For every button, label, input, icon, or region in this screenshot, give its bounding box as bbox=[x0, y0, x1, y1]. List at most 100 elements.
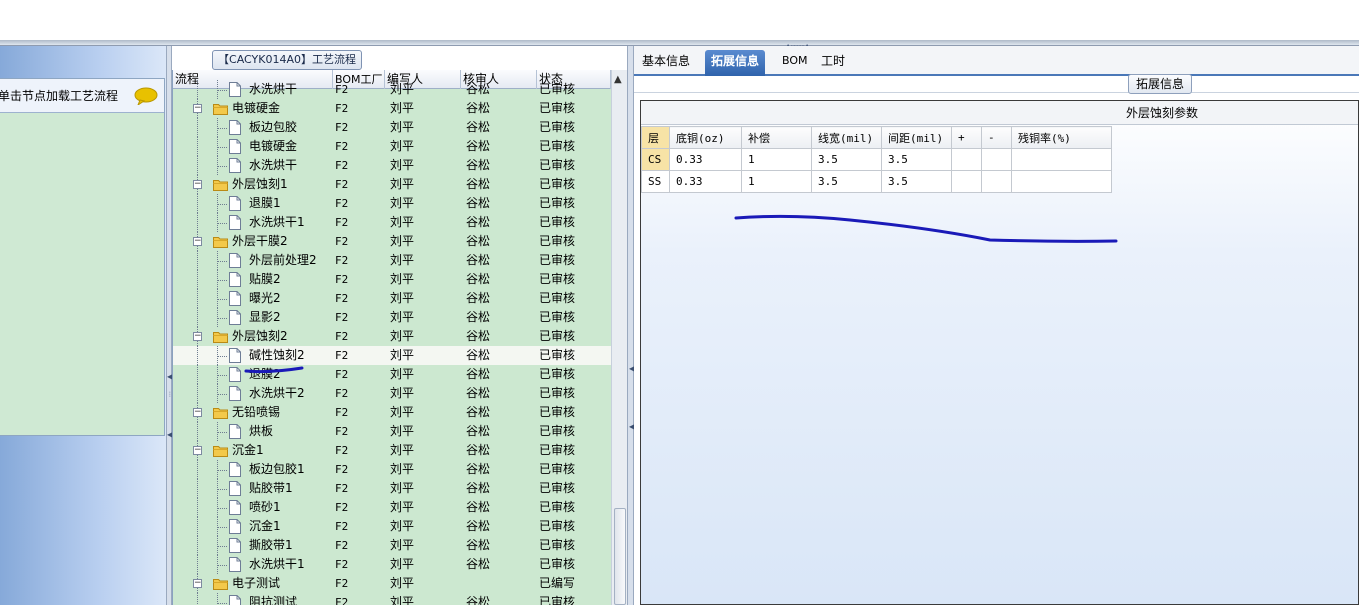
tree-row[interactable]: 外层前处理2 F2 刘平 谷松 已审核 bbox=[173, 251, 611, 270]
tree-row[interactable]: 水洗烘干1 F2 刘平 谷松 已审核 bbox=[173, 213, 611, 232]
tree-row[interactable]: 板边包胶 F2 刘平 谷松 已审核 bbox=[173, 118, 611, 137]
folder-icon bbox=[213, 180, 228, 191]
middle-splitter[interactable]: ◀ ◀ bbox=[627, 46, 635, 605]
tree-row[interactable]: 贴膜2 F2 刘平 谷松 已审核 bbox=[173, 270, 611, 289]
cell-minus[interactable] bbox=[981, 148, 1012, 171]
tree-row[interactable]: 水洗烘干 F2 刘平 谷松 已审核 bbox=[173, 80, 611, 99]
col-header-spacing[interactable]: 间距(mil) bbox=[881, 126, 952, 149]
tree-node-label: 水洗烘干1 bbox=[249, 215, 305, 229]
tab-work-hours[interactable]: 工时 bbox=[815, 50, 851, 76]
cell-plus[interactable] bbox=[951, 148, 982, 171]
tree-row[interactable]: 水洗烘干 F2 刘平 谷松 已审核 bbox=[173, 156, 611, 175]
collapse-arrow-icon[interactable]: ◀ bbox=[629, 364, 635, 374]
tree-folder-row[interactable]: − 沉金1 F2 刘平 谷松 已审核 bbox=[173, 441, 611, 460]
tree-folder-row[interactable]: − 无铅喷锡 F2 刘平 谷松 已审核 bbox=[173, 403, 611, 422]
collapse-toggle-icon[interactable]: − bbox=[193, 579, 202, 588]
right-content: 拓展信息 外层蚀刻参数 层 底铜(oz) 补偿 线宽(mil) 间距(mil) … bbox=[634, 74, 1359, 605]
col-header-residual-copper[interactable]: 残铜率(%) bbox=[1011, 126, 1112, 149]
cell-reviewer: 谷松 bbox=[466, 424, 491, 438]
speech-bubble-icon[interactable] bbox=[134, 87, 158, 105]
cell-status: 已审核 bbox=[539, 291, 576, 305]
cell-layer[interactable]: CS bbox=[641, 148, 670, 171]
col-header-plus[interactable]: + bbox=[951, 126, 982, 149]
tab-extended-info[interactable]: 拓展信息 bbox=[705, 50, 766, 76]
collapse-arrow-icon[interactable]: ◀ bbox=[167, 372, 173, 382]
tree-row[interactable]: 水洗烘干1 F2 刘平 谷松 已审核 bbox=[173, 555, 611, 574]
tree-row[interactable]: 沉金1 F2 刘平 谷松 已审核 bbox=[173, 517, 611, 536]
cell-bom: F2 bbox=[335, 577, 349, 590]
left-panel-hint: 单击节点加载工艺流程 bbox=[0, 89, 119, 103]
tree-row[interactable]: 喷砂1 F2 刘平 谷松 已审核 bbox=[173, 498, 611, 517]
cell-line-width[interactable]: 3.5 bbox=[811, 170, 882, 193]
tree-connector bbox=[217, 299, 227, 300]
tree-row[interactable]: 阻抗测试 F2 刘平 谷松 已审核 bbox=[173, 593, 611, 605]
collapse-toggle-icon[interactable]: − bbox=[193, 104, 202, 113]
scrollbar-thumb[interactable] bbox=[614, 508, 626, 605]
tree-row[interactable]: 电镀硬金 F2 刘平 谷松 已审核 bbox=[173, 137, 611, 156]
splitter-grip-icon[interactable]: ⋮ bbox=[167, 390, 173, 400]
cell-line-width[interactable]: 3.5 bbox=[811, 148, 882, 171]
collapse-arrow-icon[interactable]: ◀ bbox=[629, 422, 635, 432]
tree-row[interactable]: 曝光2 F2 刘平 谷松 已审核 bbox=[173, 289, 611, 308]
tree-row[interactable]: 退膜1 F2 刘平 谷松 已审核 bbox=[173, 194, 611, 213]
cell-spacing[interactable]: 3.5 bbox=[881, 170, 952, 193]
cell-base-copper[interactable]: 0.33 bbox=[669, 148, 742, 171]
tree-folder-row[interactable]: − 外层干膜2 F2 刘平 谷松 已审核 bbox=[173, 232, 611, 251]
cell-base-copper[interactable]: 0.33 bbox=[669, 170, 742, 193]
cell-reviewer: 谷松 bbox=[466, 177, 491, 191]
tree-folder-row[interactable]: − 电镀硬金 F2 刘平 谷松 已审核 bbox=[173, 99, 611, 118]
table-row[interactable]: SS 0.33 1 3.5 3.5 bbox=[641, 170, 1112, 193]
col-header-line-width[interactable]: 线宽(mil) bbox=[811, 126, 882, 149]
collapse-arrow-icon[interactable]: ◀ bbox=[167, 430, 173, 440]
left-panel: 单击节点加载工艺流程 bbox=[0, 46, 166, 605]
cell-minus[interactable] bbox=[981, 170, 1012, 193]
tab-basic-info[interactable]: 基本信息 bbox=[636, 50, 696, 76]
tree-node-label: 贴膜2 bbox=[249, 272, 281, 286]
document-icon bbox=[229, 557, 241, 572]
cell-status: 已审核 bbox=[539, 367, 576, 381]
collapse-toggle-icon[interactable]: − bbox=[193, 180, 202, 189]
tree-connector bbox=[197, 118, 198, 137]
cell-compensation[interactable]: 1 bbox=[741, 170, 812, 193]
col-header-base-copper[interactable]: 底铜(oz) bbox=[669, 126, 742, 149]
table-row[interactable]: CS 0.33 1 3.5 3.5 bbox=[641, 148, 1112, 171]
tree-row[interactable]: 烘板 F2 刘平 谷松 已审核 bbox=[173, 422, 611, 441]
cell-layer[interactable]: SS bbox=[641, 170, 670, 193]
collapse-toggle-icon[interactable]: − bbox=[193, 408, 202, 417]
left-tree-area: 单击节点加载工艺流程 bbox=[0, 78, 165, 436]
tree-row[interactable]: 碱性蚀刻2 F2 刘平 谷松 已审核 bbox=[173, 346, 611, 365]
cell-writer: 刘平 bbox=[390, 348, 415, 362]
tree-row[interactable]: 水洗烘干2 F2 刘平 谷松 已审核 bbox=[173, 384, 611, 403]
cell-status: 已审核 bbox=[539, 405, 576, 419]
col-header-minus[interactable]: - bbox=[981, 126, 1012, 149]
tree-connector bbox=[197, 593, 198, 605]
tree-folder-row[interactable]: − 外层蚀刻1 F2 刘平 谷松 已审核 bbox=[173, 175, 611, 194]
tree-folder-row[interactable]: − 外层蚀刻2 F2 刘平 谷松 已审核 bbox=[173, 327, 611, 346]
col-header-layer[interactable]: 层 bbox=[641, 126, 670, 149]
tree-row[interactable]: 贴胶带1 F2 刘平 谷松 已审核 bbox=[173, 479, 611, 498]
cell-reviewer: 谷松 bbox=[466, 405, 491, 419]
tree-folder-row[interactable]: − 电子测试 F2 刘平 已编写 bbox=[173, 574, 611, 593]
document-icon bbox=[229, 139, 241, 154]
cell-compensation[interactable]: 1 bbox=[741, 148, 812, 171]
collapse-toggle-icon[interactable]: − bbox=[193, 237, 202, 246]
tree-row[interactable]: 撕胶带1 F2 刘平 谷松 已审核 bbox=[173, 536, 611, 555]
cell-spacing[interactable]: 3.5 bbox=[881, 148, 952, 171]
collapse-toggle-icon[interactable]: − bbox=[193, 446, 202, 455]
cell-status: 已审核 bbox=[539, 500, 576, 514]
collapse-toggle-icon[interactable]: − bbox=[193, 332, 202, 341]
cell-reviewer: 谷松 bbox=[466, 215, 491, 229]
col-header-compensation[interactable]: 补偿 bbox=[741, 126, 812, 149]
cell-residual-copper[interactable] bbox=[1011, 170, 1112, 193]
tree-row[interactable]: 板边包胶1 F2 刘平 谷松 已审核 bbox=[173, 460, 611, 479]
vertical-scrollbar[interactable]: ▲ bbox=[611, 70, 627, 605]
tree-row[interactable]: 退膜2 F2 刘平 谷松 已审核 bbox=[173, 365, 611, 384]
document-icon bbox=[229, 158, 241, 173]
scroll-up-arrow-icon[interactable]: ▲ bbox=[614, 74, 622, 85]
tree-row[interactable]: 显影2 F2 刘平 谷松 已审核 bbox=[173, 308, 611, 327]
tree-connector bbox=[217, 223, 227, 224]
cell-residual-copper[interactable] bbox=[1011, 148, 1112, 171]
tree-connector bbox=[197, 346, 198, 365]
cell-plus[interactable] bbox=[951, 170, 982, 193]
tab-bom[interactable]: BOM bbox=[776, 50, 814, 76]
